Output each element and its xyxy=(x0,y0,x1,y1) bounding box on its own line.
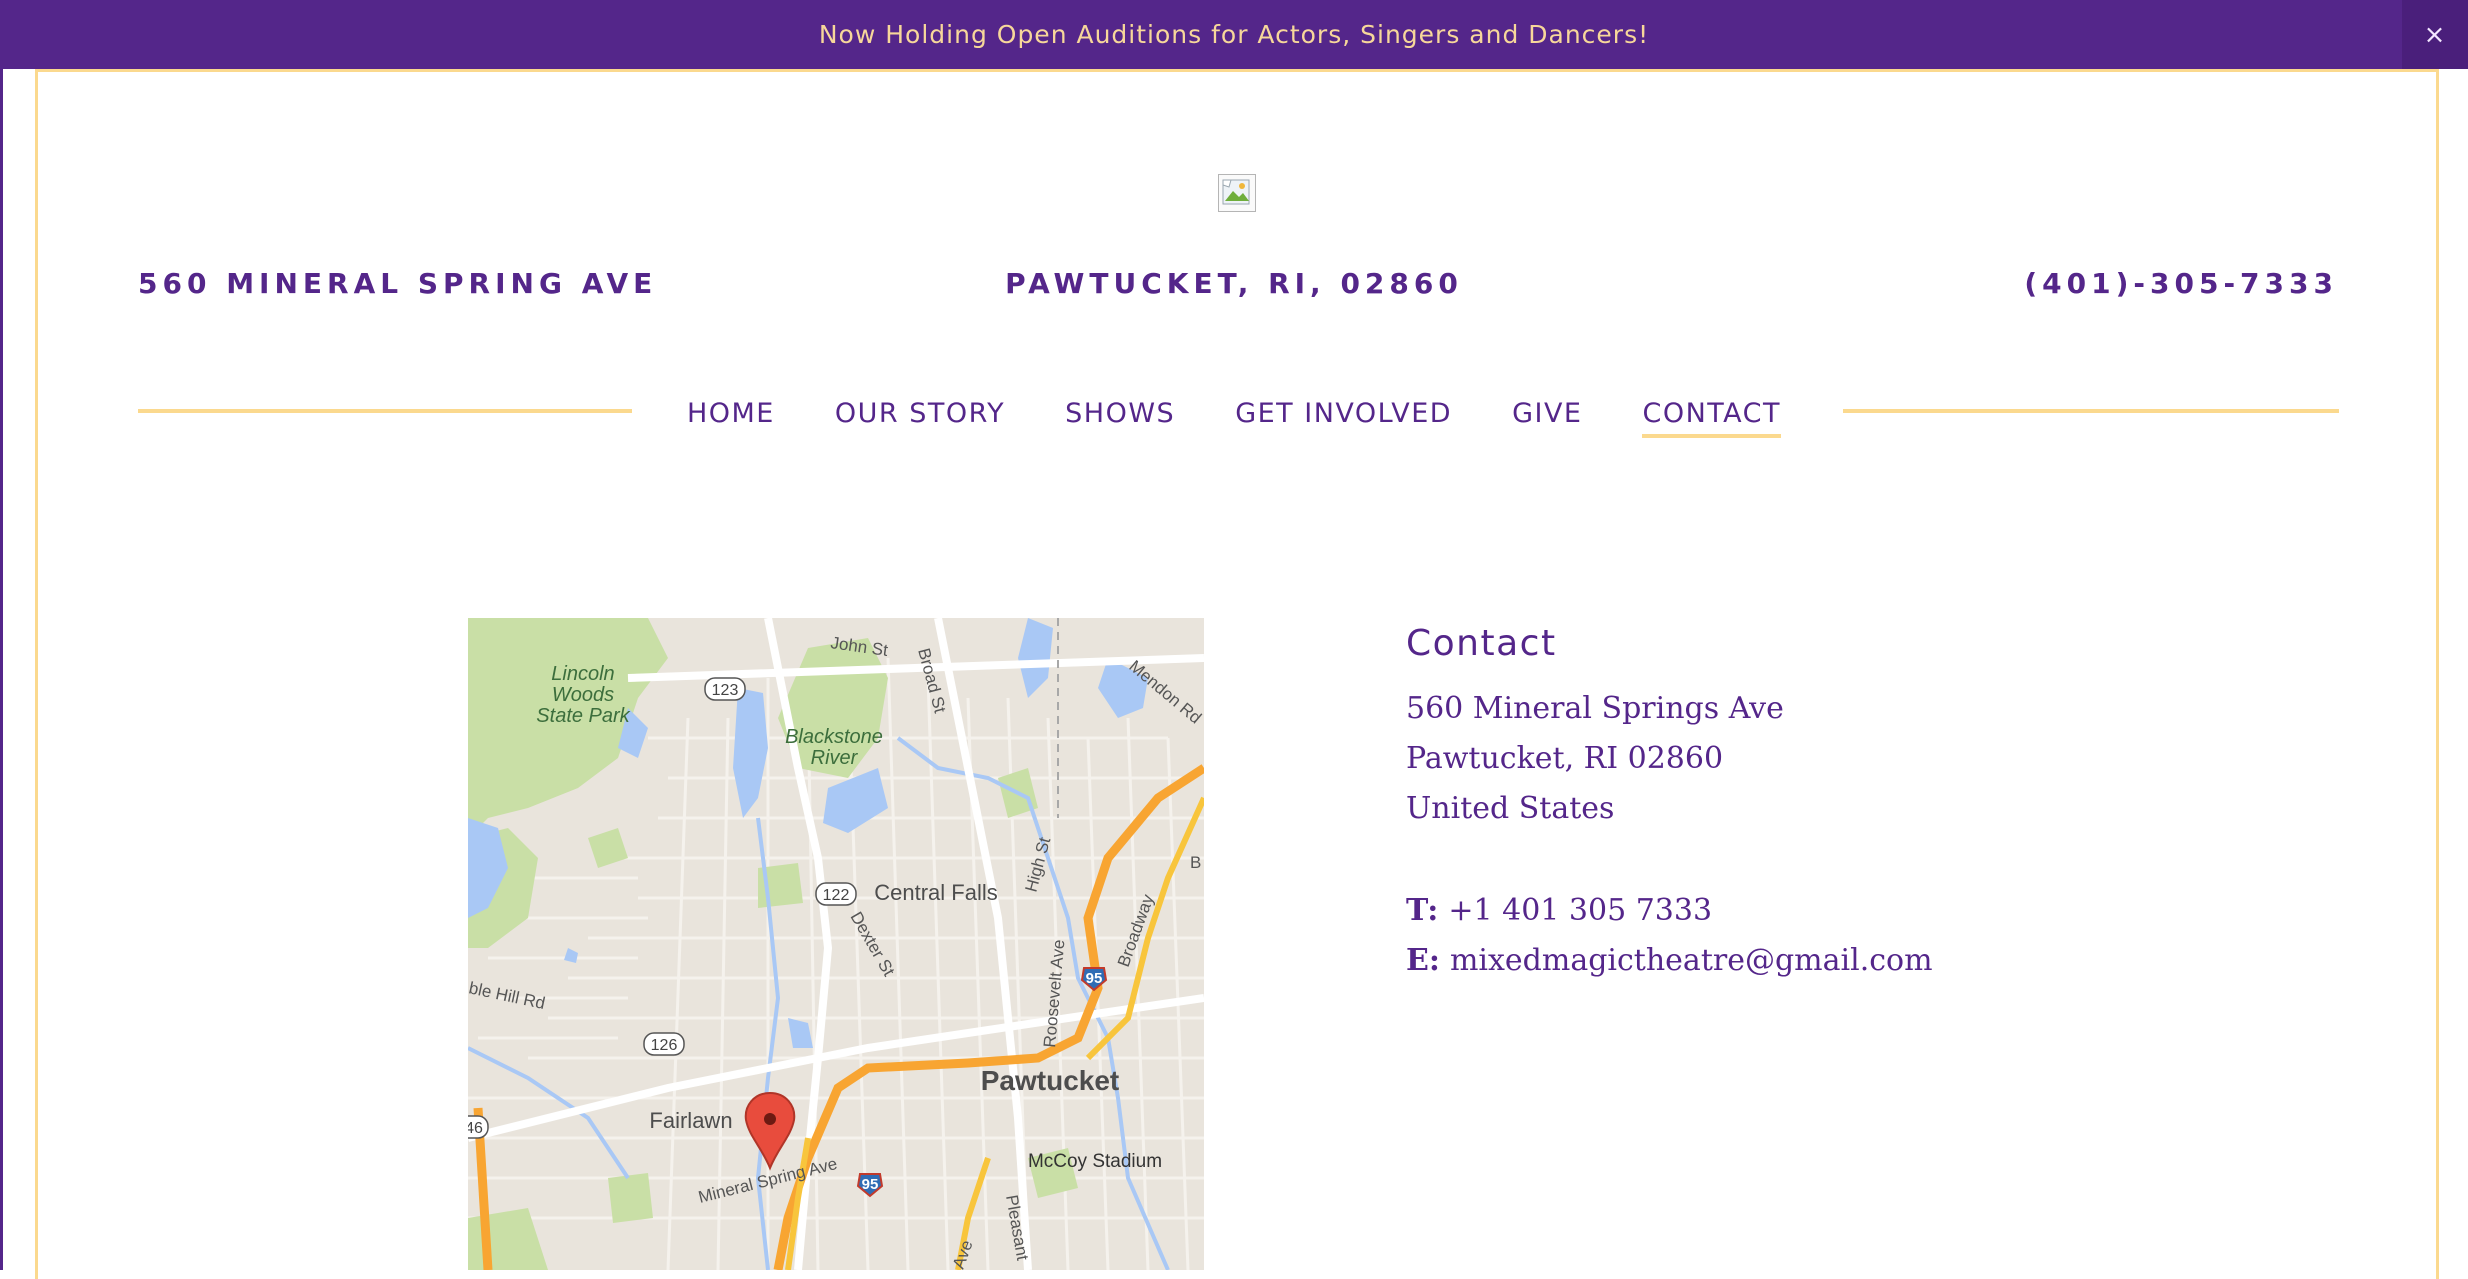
map-label-blackstone-1: Blackstone xyxy=(785,726,883,748)
contact-email-label: E: xyxy=(1406,943,1440,978)
header-phone[interactable]: (401)-305-7333 xyxy=(2024,264,2338,304)
map-label-blackstone-2: River xyxy=(811,747,859,769)
contact-email-link[interactable]: mixedmagictheatre@gmail.com xyxy=(1450,943,1933,978)
location-map[interactable]: 123 122 126 46 95 95 Lincoln Woods State… xyxy=(468,618,1204,1270)
nav-item-shows[interactable]: SHOWS xyxy=(1035,394,1205,442)
contact-address-line-3: United States xyxy=(1406,791,1615,826)
map-label-b: B xyxy=(1190,853,1201,872)
map-label-fairlawn: Fairlawn xyxy=(649,1108,732,1133)
nav-item-give[interactable]: GIVE xyxy=(1482,394,1612,442)
map-label-route-126: 126 xyxy=(651,1037,678,1054)
map-label-route-122: 122 xyxy=(823,887,850,904)
contact-section: Contact 560 Mineral Springs Ave Pawtucke… xyxy=(1406,618,2206,986)
map-label-lincoln-woods-2: Woods xyxy=(552,684,614,706)
map-label-route-146: 46 xyxy=(468,1120,483,1137)
contact-address-line-2: Pawtucket, RI 02860 xyxy=(1406,741,1724,776)
contact-heading: Contact xyxy=(1406,623,1557,664)
announcement-bar: Now Holding Open Auditions for Actors, S… xyxy=(0,0,2468,69)
main-nav: HOME OUR STORY SHOWS GET INVOLVED GIVE C… xyxy=(0,394,2468,442)
contact-address-line-1: 560 Mineral Springs Ave xyxy=(1406,691,1784,726)
map-label-pawtucket: Pawtucket xyxy=(981,1065,1120,1096)
nav-item-contact[interactable]: CONTACT xyxy=(1612,394,1811,442)
nav-item-our-story[interactable]: OUR STORY xyxy=(805,394,1035,442)
contact-phone-label: T: xyxy=(1406,893,1439,928)
map-label-lincoln-woods-1: Lincoln xyxy=(551,663,614,685)
broken-image-icon[interactable] xyxy=(1218,174,1256,212)
contact-email-row: E: mixedmagictheatre@gmail.com xyxy=(1406,936,2206,986)
close-icon[interactable]: × xyxy=(2402,0,2468,69)
window-edge xyxy=(0,69,3,1270)
map-label-route-123: 123 xyxy=(712,682,739,699)
contact-phone[interactable]: +1 401 305 7333 xyxy=(1448,893,1712,928)
contact-phone-row: T: +1 401 305 7333 xyxy=(1406,886,2206,936)
nav-item-home[interactable]: HOME xyxy=(657,394,805,442)
nav-item-get-involved[interactable]: GET INVOLVED xyxy=(1205,394,1482,442)
map-label-i95-north: 95 xyxy=(1086,970,1103,987)
map-label-central-falls: Central Falls xyxy=(874,880,997,905)
map-label-lincoln-woods-3: State Park xyxy=(536,705,630,727)
map-label-i95-south: 95 xyxy=(862,1176,879,1193)
announcement-text: Now Holding Open Auditions for Actors, S… xyxy=(818,20,1650,49)
map-label-mccoy-stadium: McCoy Stadium xyxy=(1028,1151,1162,1172)
